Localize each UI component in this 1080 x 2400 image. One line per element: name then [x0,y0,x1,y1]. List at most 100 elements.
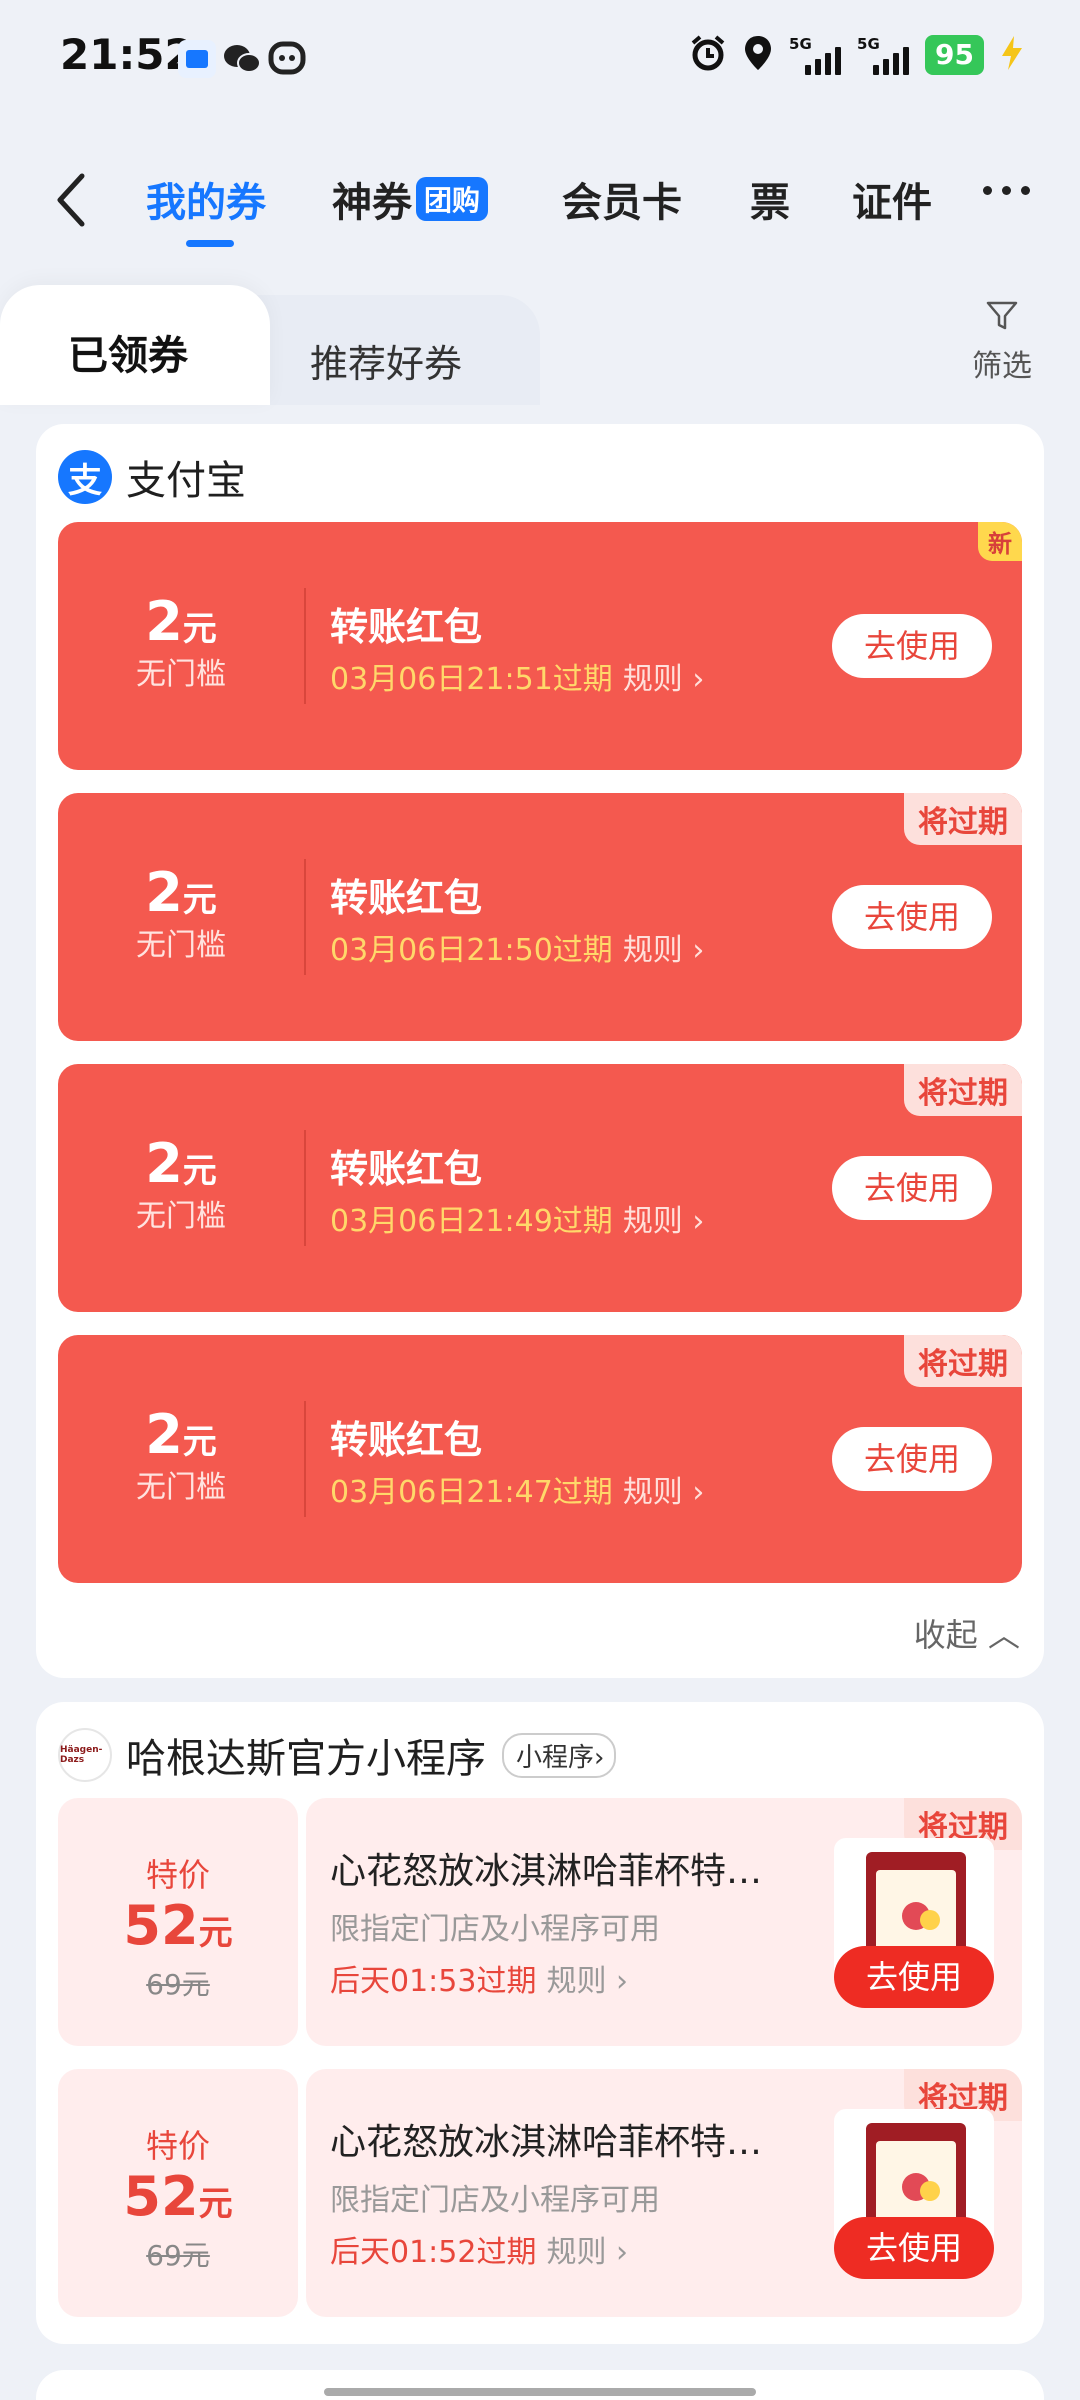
tab-received[interactable]: 已领券 [0,285,270,405]
home-indicator[interactable] [324,2388,756,2396]
price-value: 52元 [123,1894,233,1957]
use-button[interactable]: 去使用 [834,1946,994,2008]
amount-unit: 元 [182,1422,217,1462]
divider [304,588,306,704]
tab-my-coupons[interactable]: 我的券 [146,170,266,247]
alipay-coupon-group: 支 支付宝 新 2元 无门槛 转账红包 03月06日21:51过期 规则 › 去使用… [36,424,1044,1678]
status-bar: 21:52 5G 5G 95 [0,0,1080,120]
expiring-badge: 将过期 [904,1335,1022,1387]
coupon-card[interactable]: 将过期 2元无门槛 转账红包 03月06日21:49过期 规则 › 去使用 [58,1064,1022,1312]
tab-recommended[interactable]: 推荐好券 [240,295,540,405]
wechat-icon [222,40,261,78]
original-price: 69元 [146,1968,210,2001]
signal-icon: 5G [789,35,842,75]
filter-label: 筛选 [972,349,1032,384]
collapse-button[interactable]: 收起 ︿ [914,1610,1020,1656]
threshold-label: 无门槛 [136,657,226,692]
new-badge: 新 [978,522,1022,561]
coupon-card[interactable]: 特价 52元 69元 将过期 心花怒放冰淇淋哈菲杯特… 限指定门店及小程序可用 … [58,1798,1022,2046]
rule-link[interactable]: 规则 › [623,933,705,968]
coupon-title: 转账红包 [330,1418,483,1462]
rule-link[interactable]: 规则 › [623,662,705,697]
expiry-text: 03月06日21:49过期 [330,1204,613,1239]
tab-label: 神券 [332,180,412,226]
coupon-amount: 2元无门槛 [58,1403,304,1506]
top-nav: 我的券 神券 团购 会员卡 票 证件 [0,150,1080,250]
coupon-detail-panel: 将过期 心花怒放冰淇淋哈菲杯特… 限指定门店及小程序可用 后天01:52过期 规则… [306,2069,1022,2317]
coupon-card[interactable]: 新 2元 无门槛 转账红包 03月06日21:51过期 规则 › 去使用 [58,522,1022,770]
expiring-badge: 将过期 [904,1064,1022,1116]
app-notification-icon [178,40,216,78]
coupon-amount: 2元无门槛 [58,861,304,964]
rule-link[interactable]: 规则 › [623,1475,705,1510]
rule-link[interactable]: 规则 › [546,2235,628,2270]
rule-link[interactable]: 规则 › [623,1204,705,1239]
mini-program-tag[interactable]: 小程序› [502,1732,617,1778]
use-button[interactable]: 去使用 [834,2217,994,2279]
coupon-title: 转账红包 [330,876,483,920]
coupon-card[interactable]: 将过期 2元无门槛 转账红包 03月06日21:47过期 规则 › 去使用 [58,1335,1022,1583]
amount-value: 2 [145,861,183,924]
use-button[interactable]: 去使用 [832,614,992,678]
status-time: 21:52 [60,30,194,79]
location-icon [743,34,773,76]
threshold-label: 无门槛 [136,1199,226,1234]
amount-value: 2 [145,1403,183,1466]
battery-indicator: 95 [925,35,984,75]
use-button[interactable]: 去使用 [832,1427,992,1491]
coupon-price-panel: 特价 52元 69元 [58,2069,298,2317]
coupon-detail-panel: 将过期 心花怒放冰淇淋哈菲杯特… 限指定门店及小程序可用 后天01:53过期 规则… [306,1798,1022,2046]
divider [304,1401,306,1517]
signal-icon-2: 5G [857,35,910,75]
amount-unit: 元 [182,1151,217,1191]
use-button[interactable]: 去使用 [832,1156,992,1220]
threshold-label: 无门槛 [136,1470,226,1505]
amount-unit: 元 [182,609,217,649]
coupon-expiry: 后天01:52过期 规则 › [330,2227,628,2271]
tab-documents[interactable]: 证件 [852,170,932,228]
threshold-label: 无门槛 [136,928,226,963]
more-options-icon[interactable] [983,186,1030,195]
coupon-expiry: 03月06日21:51过期 规则 › [330,654,704,698]
divider [304,859,306,975]
group-title: 哈根达斯官方小程序 [126,1736,486,1782]
back-arrow-icon[interactable] [50,170,92,230]
filter-icon [986,301,1018,330]
haagen-dazs-logo: Häagen-Dazs [58,1728,112,1782]
rule-link[interactable]: 规则 › [546,1964,628,1999]
amount-unit: 元 [182,880,217,920]
group-buy-badge: 团购 [416,177,489,221]
coupon-description: 限指定门店及小程序可用 [330,1912,660,1947]
coupon-title: 转账红包 [330,605,483,649]
tab-membership-cards[interactable]: 会员卡 [562,170,682,228]
tab-label: 已领券 [68,333,188,379]
coupon-title: 心花怒放冰淇淋哈菲杯特… [330,1851,763,1892]
group-title: 支付宝 [126,458,246,504]
coupon-title: 转账红包 [330,1147,483,1191]
original-price: 69元 [146,2239,210,2272]
price-value: 52元 [123,2165,233,2228]
expiry-text: 03月06日21:50过期 [330,933,613,968]
coupon-card[interactable]: 将过期 2元无门槛 转账红包 03月06日21:50过期 规则 › 去使用 [58,793,1022,1041]
network-type-label-2: 5G [857,35,880,53]
amount-value: 2 [145,1132,183,1195]
coupon-expiry: 03月06日21:50过期 规则 › [330,925,704,969]
tab-super-coupons[interactable]: 神券 团购 [332,170,489,228]
expiry-text: 后天01:53过期 [330,1964,537,1999]
coupon-amount: 2元 无门槛 [58,590,304,693]
coupon-expiry: 03月06日21:47过期 规则 › [330,1467,704,1511]
coupon-card[interactable]: 特价 52元 69元 将过期 心花怒放冰淇淋哈菲杯特… 限指定门店及小程序可用 … [58,2069,1022,2317]
coupon-title: 心花怒放冰淇淋哈菲杯特… [330,2122,763,2163]
expiry-text: 03月06日21:47过期 [330,1475,613,1510]
coupon-expiry: 03月06日21:49过期 规则 › [330,1196,704,1240]
special-price-label: 特价 [145,1856,210,1894]
expiry-text: 03月06日21:51过期 [330,662,613,697]
filter-button[interactable]: 筛选 [962,297,1042,385]
collapse-label: 收起 [913,1616,978,1654]
expiring-badge: 将过期 [904,793,1022,845]
chevron-up-icon: ︿ [987,1616,1020,1654]
coupon-amount: 2元无门槛 [58,1132,304,1235]
use-button[interactable]: 去使用 [832,885,992,949]
alipay-logo: 支 [58,450,112,504]
tab-tickets[interactable]: 票 [750,170,790,228]
